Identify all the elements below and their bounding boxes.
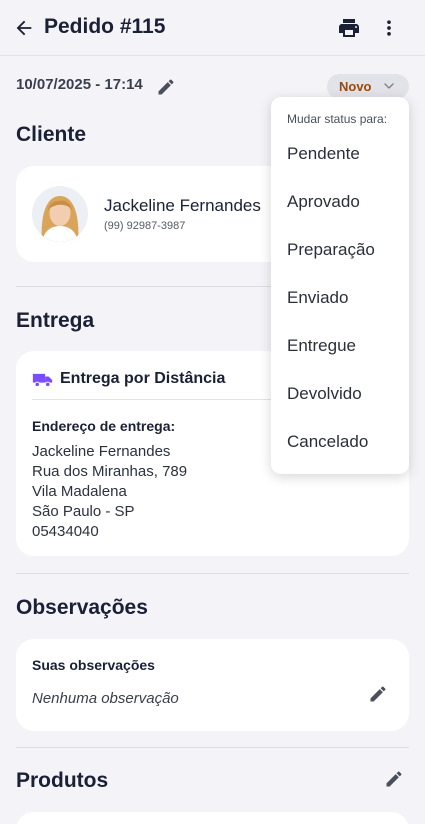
pencil-icon xyxy=(158,79,174,95)
app-bar: Pedido #115 xyxy=(0,0,425,56)
divider xyxy=(16,573,409,574)
edit-products-button[interactable] xyxy=(384,769,406,791)
chevron-down-icon xyxy=(384,83,394,89)
delivery-method-label: Entrega por Distância xyxy=(60,370,226,387)
more-options-button[interactable] xyxy=(378,15,400,41)
status-option-devolvido[interactable]: Devolvido xyxy=(271,370,409,418)
notes-label: Suas observações xyxy=(32,657,155,673)
address-line: São Paulo - SP xyxy=(32,503,135,520)
pencil-icon xyxy=(370,686,386,702)
notes-card: Suas observações Nenhuma observação xyxy=(16,639,409,731)
pencil-icon xyxy=(386,771,402,787)
print-button[interactable] xyxy=(336,15,362,41)
status-option-enviado[interactable]: Enviado xyxy=(271,274,409,322)
address-line: Rua dos Miranhas, 789 xyxy=(32,463,188,480)
client-section-title: Cliente xyxy=(16,123,87,146)
divider xyxy=(16,747,409,748)
status-option-cancelado[interactable]: Cancelado xyxy=(271,418,409,466)
products-card xyxy=(16,812,409,824)
status-option-preparacao[interactable]: Preparação xyxy=(271,226,409,274)
order-datetime: 10/07/2025 - 17:14 xyxy=(16,76,143,93)
notes-empty-text: Nenhuma observação xyxy=(32,690,179,707)
address-label: Endereço de entrega: xyxy=(32,418,176,434)
address-line: Jackeline Fernandes xyxy=(32,443,171,460)
status-option-aprovado[interactable]: Aprovado xyxy=(271,178,409,226)
client-name: Jackeline Fernandes xyxy=(104,196,261,215)
more-vertical-icon xyxy=(387,20,391,36)
back-button[interactable] xyxy=(10,14,38,42)
avatar xyxy=(32,186,88,242)
page-title: Pedido #115 xyxy=(44,15,166,38)
status-dropdown[interactable]: Novo xyxy=(327,74,409,99)
arrow-left-icon xyxy=(16,20,32,36)
address-line: Vila Madalena xyxy=(32,483,127,500)
delivery-section-title: Entrega xyxy=(16,309,95,332)
client-phone: (99) 92987-3987 xyxy=(104,220,186,232)
notes-section-title: Observações xyxy=(16,596,148,619)
status-menu-header: Mudar status para: xyxy=(287,112,388,126)
status-option-pendente[interactable]: Pendente xyxy=(271,130,409,178)
edit-notes-button[interactable] xyxy=(368,684,390,706)
address-line: 05434040 xyxy=(32,523,99,540)
delivery-method xyxy=(32,369,53,391)
truck-icon xyxy=(32,373,53,388)
printer-icon xyxy=(339,19,359,37)
status-menu: Mudar status para: Pendente Aprovado Pre… xyxy=(271,97,409,474)
status-label: Novo xyxy=(339,79,372,94)
products-section-title: Produtos xyxy=(16,769,109,792)
status-option-entregue[interactable]: Entregue xyxy=(271,322,409,370)
edit-date-button[interactable] xyxy=(156,77,176,97)
